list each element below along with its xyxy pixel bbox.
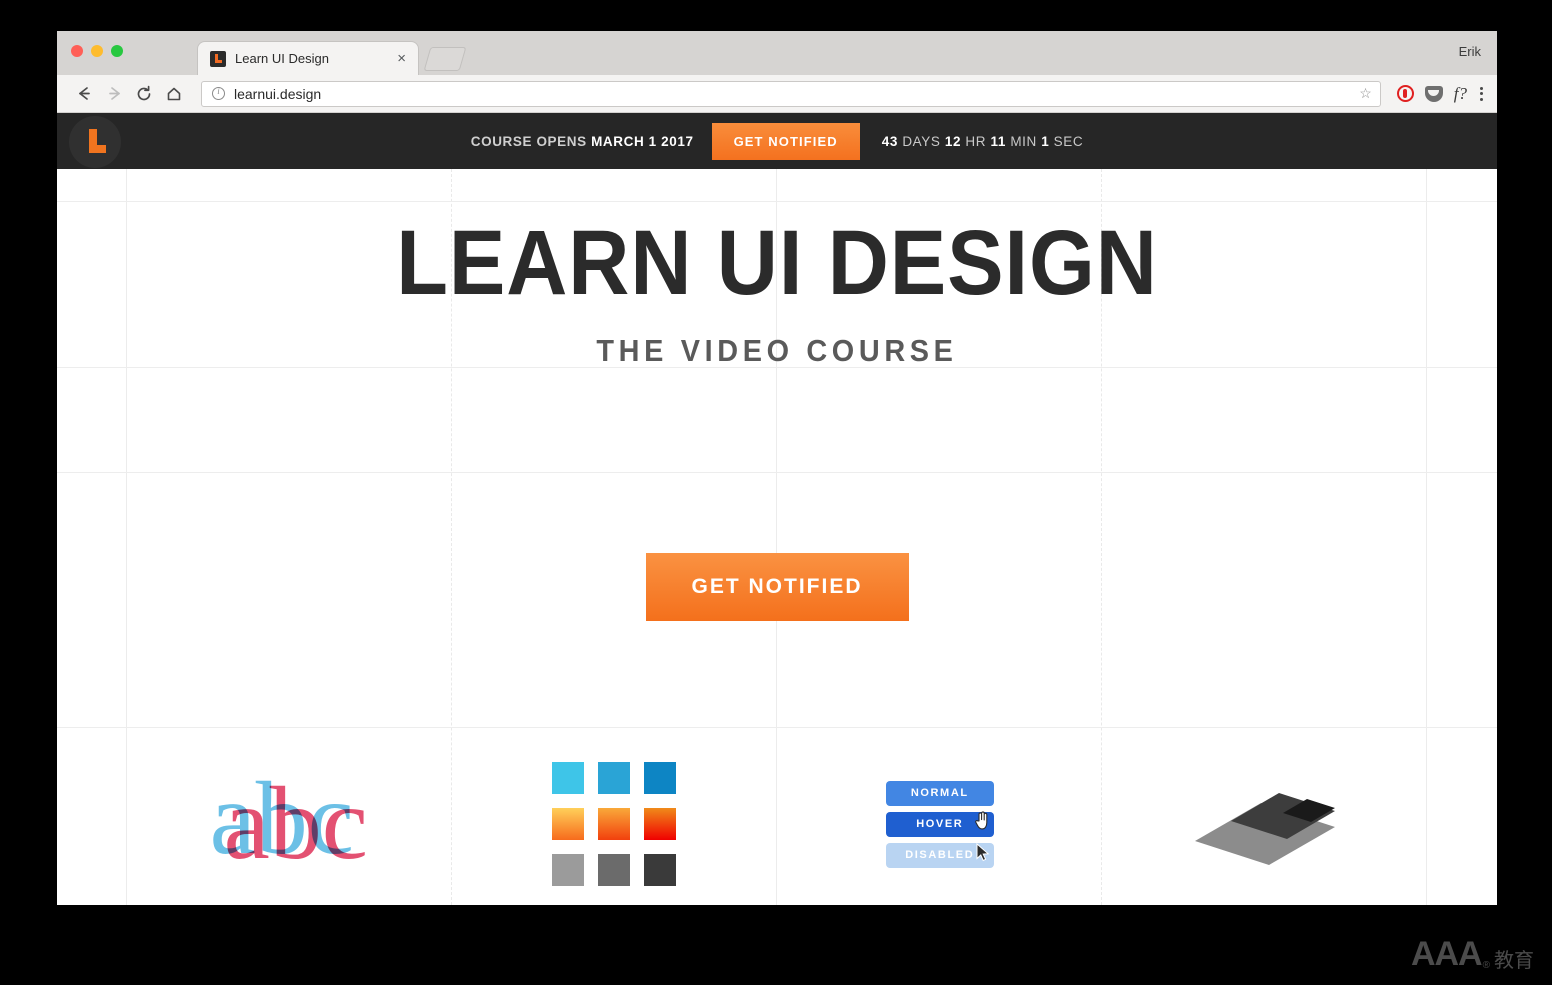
hero-section: LEARN UI DESIGN THE VIDEO COURSE [57,169,1497,369]
url-text[interactable]: learnui.design [234,86,1353,102]
arrow-cursor-icon [976,842,990,861]
countdown-minutes-value: 11 [990,133,1006,149]
countdown-minutes-unit: MIN [1005,133,1042,149]
isometric-layers-icon [1195,793,1336,865]
swatch-8 [644,854,677,886]
topbar-get-notified-button[interactable]: GET NOTIFIED [711,122,860,160]
abc-red-layer: abc [223,766,368,881]
countdown-hours-value: 12 [944,133,962,149]
feature-color[interactable]: COLOR [452,759,778,905]
countdown-hours-unit: HR [961,133,991,149]
profile-name-label[interactable]: Erik [1459,44,1481,59]
bookmark-star-icon[interactable]: ☆ [1359,85,1372,102]
page-viewport: COURSE OPENS MARCH 1 2017 GET NOTIFIED 4… [57,113,1497,905]
home-button[interactable] [161,81,187,107]
browser-toolbar: learnui.design ☆ f? [57,75,1497,113]
course-opens-prefix: COURSE OPENS [470,133,592,149]
elements-art: NORMAL HOVER DISABLED [777,759,1103,889]
reload-button[interactable] [131,81,157,107]
process-art [1103,759,1429,889]
hero-get-notified-button[interactable]: GET NOTIFIED [645,553,909,621]
new-tab-button[interactable] [423,47,467,71]
countdown-seconds-unit: SEC [1049,133,1084,149]
swatch-0 [552,762,585,794]
swatch-5 [644,808,677,840]
close-window-button[interactable] [71,45,83,57]
course-opens-date: MARCH 1 2017 [591,133,694,149]
address-bar[interactable]: learnui.design ☆ [201,80,1381,107]
countdown-days-value: 43 [881,133,898,149]
browser-tab[interactable]: Learn UI Design × [197,41,419,75]
site-logo-icon[interactable] [69,116,121,168]
tab-title: Learn UI Design [235,51,329,66]
hand-cursor-icon [974,810,988,829]
watermark-chinese: 教育 [1494,948,1534,972]
f-question-icon[interactable]: f? [1454,85,1467,102]
feature-typography[interactable]: abc abc TYPOGRAPHY [126,759,452,905]
swatch-4 [598,808,631,840]
countdown-days-unit: DAYS [897,133,945,149]
watermark: AAA ® 教育 [1411,937,1534,971]
swatch-2 [644,762,677,794]
opera-icon[interactable] [1396,85,1414,102]
watermark-superscript: ® [1482,960,1490,971]
button-state-stack: NORMAL HOVER DISABLED [885,780,994,868]
close-tab-icon[interactable]: × [395,51,408,66]
color-art [452,759,778,889]
course-opens-text: COURSE OPENS MARCH 1 2017 [471,134,694,149]
countdown-timer: 43 DAYS 12 HR 11 MIN 1 SEC [882,134,1083,149]
forward-button[interactable] [101,81,127,107]
window-controls [71,45,123,57]
favicon-icon [210,50,226,67]
watermark-letters: AAA [1410,935,1483,973]
minimize-window-button[interactable] [91,45,103,57]
swatch-6 [552,854,585,886]
feature-process[interactable]: PROCESS [1103,759,1429,905]
maximize-window-button[interactable] [111,45,123,57]
color-swatch-grid [552,762,677,886]
swatch-7 [598,854,631,886]
page-title: LEARN UI DESIGN [396,212,1158,314]
pocket-icon[interactable] [1424,85,1443,102]
site-announcement-bar: COURSE OPENS MARCH 1 2017 GET NOTIFIED 4… [57,113,1497,169]
typography-art: abc abc [126,759,452,889]
swatch-1 [598,762,631,794]
feature-row: abc abc TYPOGRAPHY [126,759,1428,905]
feature-elements[interactable]: NORMAL HOVER DISABLED ELEMENTS [777,759,1103,905]
site-info-icon[interactable] [212,86,225,100]
extensions-area: f? [1396,85,1485,102]
browser-window: Learn UI Design × Erik i learnui.design … [57,31,1497,905]
page-content: LEARN UI DESIGN THE VIDEO COURSE GET NOT… [57,169,1497,905]
chrome-menu-icon[interactable] [1478,86,1485,101]
state-button-normal[interactable]: NORMAL [885,780,994,806]
swatch-3 [552,808,585,840]
back-button[interactable] [71,81,97,107]
browser-tabstrip: Learn UI Design × Erik [57,31,1497,75]
page-subtitle: THE VIDEO COURSE [596,333,958,368]
cta-area: GET NOTIFIED [57,553,1497,621]
